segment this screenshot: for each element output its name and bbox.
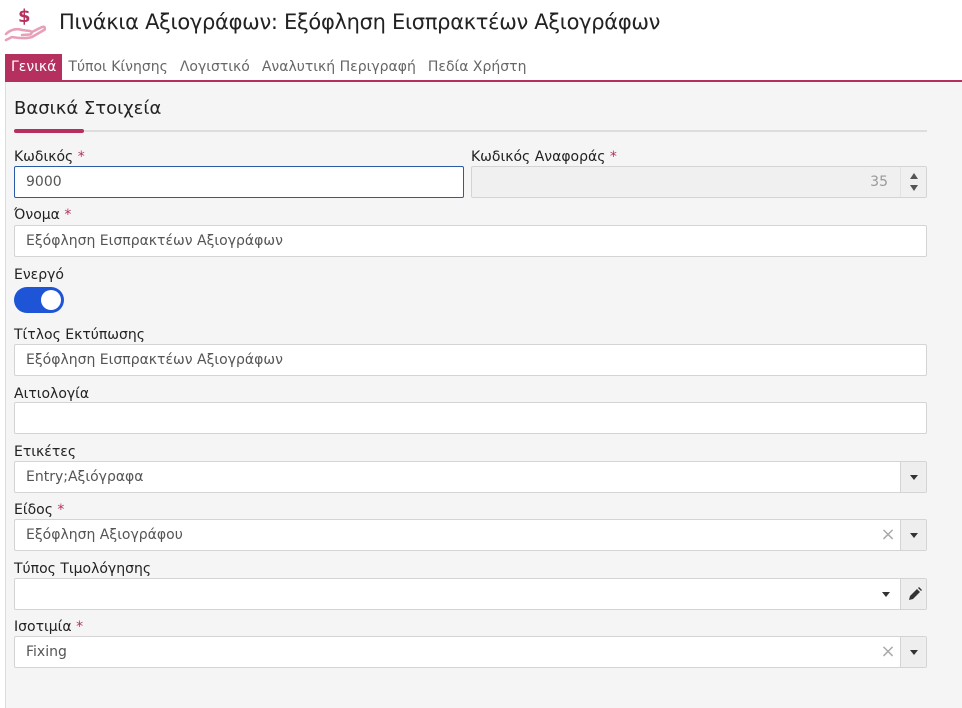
pencil-icon [909, 587, 922, 600]
ref-code-value: 35 [870, 174, 888, 190]
invoice-type-edit-button[interactable] [900, 579, 926, 609]
parity-value: Fixing [26, 644, 67, 660]
kind-value: Εξόφληση Αξιογράφου [26, 527, 183, 543]
reason-input[interactable] [14, 402, 927, 434]
tab-general[interactable]: Γενικά [5, 54, 63, 80]
invoice-type-select[interactable] [14, 578, 927, 610]
invoice-type-label: Τύπος Τιμολόγησης [14, 561, 152, 577]
page-title: Πινάκια Αξιογράφων: Εξόφληση Εισπρακτέων… [59, 10, 661, 34]
chevron-down-icon [910, 533, 918, 538]
chevron-down-icon [882, 592, 890, 597]
active-toggle[interactable] [14, 287, 64, 313]
tags-value: Entry;Αξιόγραφα [26, 469, 144, 485]
parity-select[interactable]: Fixing × [14, 636, 927, 668]
spin-down-icon[interactable] [910, 185, 918, 191]
kind-label: Είδος * [14, 502, 64, 518]
required-mark: * [76, 619, 84, 635]
required-mark: * [609, 149, 617, 165]
parity-label: Ισοτιμία * [14, 619, 83, 635]
name-input[interactable]: Εξόφληση Εισπρακτέων Αξιογράφων [14, 225, 927, 257]
toggle-knob [41, 290, 61, 310]
clear-icon[interactable]: × [877, 637, 899, 667]
active-label: Ενεργό [14, 267, 64, 283]
tags-dropdown-button[interactable] [900, 462, 926, 492]
section-title: Βασικά Στοιχεία [14, 98, 162, 119]
required-mark: * [57, 502, 65, 518]
parity-dropdown-button[interactable] [900, 637, 926, 667]
page-header: $ Πινάκια Αξιογράφων: Εξόφληση Εισπρακτέ… [0, 0, 962, 50]
ref-code-label: Κωδικός Αναφοράς * [471, 149, 617, 165]
code-input[interactable]: 9000 [14, 166, 464, 198]
tab-detailed-description[interactable]: Αναλυτική Περιγραφή [256, 54, 422, 80]
name-label: Όνομα * [14, 207, 71, 223]
spin-up-icon[interactable] [910, 173, 918, 179]
required-mark: * [64, 207, 72, 223]
name-label-text: Όνομα [14, 207, 60, 223]
kind-label-text: Είδος [14, 502, 53, 518]
code-label: Κωδικός * [14, 149, 85, 165]
tags-select[interactable]: Entry;Αξιόγραφα [14, 461, 927, 493]
code-label-text: Κωδικός [14, 149, 74, 165]
tab-accounting[interactable]: Λογιστικό [174, 54, 256, 80]
section-divider-accent [14, 129, 84, 133]
hand-dollar-icon: $ [4, 4, 47, 42]
ref-code-label-text: Κωδικός Αναφοράς [471, 149, 606, 165]
required-mark: * [77, 149, 85, 165]
tags-label: Ετικέτες [14, 444, 77, 460]
kind-dropdown-button[interactable] [900, 520, 926, 550]
parity-label-text: Ισοτιμία [14, 619, 72, 635]
section-divider [14, 130, 927, 132]
reason-label: Αιτιολογία [14, 386, 90, 402]
clear-icon[interactable]: × [877, 520, 899, 550]
chevron-down-icon [910, 475, 918, 480]
ref-code-spinner[interactable] [900, 167, 926, 197]
chevron-down-icon [910, 650, 918, 655]
general-panel: Βασικά Στοιχεία Κωδικός * 9000 Κωδικός Α… [5, 82, 962, 708]
ref-code-input: 35 [471, 166, 927, 198]
svg-text:$: $ [18, 6, 31, 27]
invoice-type-dropdown-button[interactable] [873, 579, 899, 609]
tab-user-fields[interactable]: Πεδία Χρήστη [422, 54, 533, 80]
print-title-label: Τίτλος Εκτύπωσης [14, 327, 145, 343]
tab-bar: Γενικά Τύποι Κίνησης Λογιστικό Αναλυτική… [5, 54, 532, 81]
tab-movement-types[interactable]: Τύποι Κίνησης [62, 54, 173, 80]
print-title-input[interactable]: Εξόφληση Εισπρακτέων Αξιογράφων [14, 344, 927, 376]
kind-select[interactable]: Εξόφληση Αξιογράφου × [14, 519, 927, 551]
